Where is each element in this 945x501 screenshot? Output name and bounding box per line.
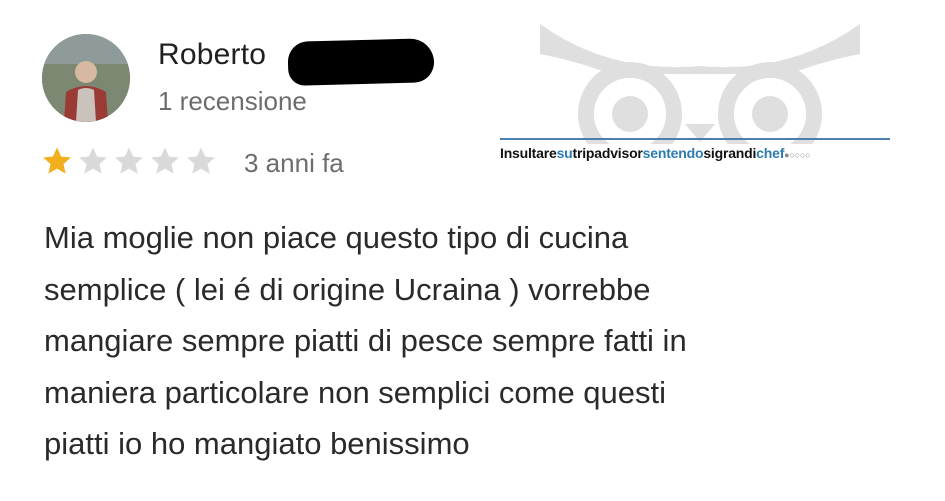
review-body: Mia moglie non piace questo tipo di cuci… [44, 212, 894, 470]
review-line: Mia moglie non piace questo tipo di cuci… [44, 220, 629, 255]
star-icon [187, 147, 215, 174]
review-line: mangiare sempre piatti di pesce sempre f… [44, 323, 687, 358]
review-count: 1 recensione [158, 86, 307, 116]
avatar[interactable] [42, 34, 130, 122]
review-date: 3 anni fa [244, 148, 344, 178]
watermark-text: Insultaresutripadvisorsentendosigrandich… [500, 145, 811, 161]
owl-eyes-icon [520, 14, 880, 166]
star-icon [151, 147, 179, 174]
watermark-divider [500, 138, 890, 140]
review-card: Roberto 1 recensione 3 anni fa Insultare… [0, 0, 945, 501]
review-line: piatti io ho mangiato benissimo [44, 426, 470, 461]
redaction-mark [287, 38, 435, 86]
review-line: maniera particolare non semplici come qu… [44, 374, 667, 410]
star-icon [115, 147, 143, 174]
author-name[interactable]: Roberto [158, 38, 266, 72]
review-line: semplice ( lei é di origine Ucraina ) vo… [44, 271, 651, 307]
star-rating [40, 144, 218, 178]
star-icon [79, 147, 107, 174]
star-icon [43, 147, 71, 174]
